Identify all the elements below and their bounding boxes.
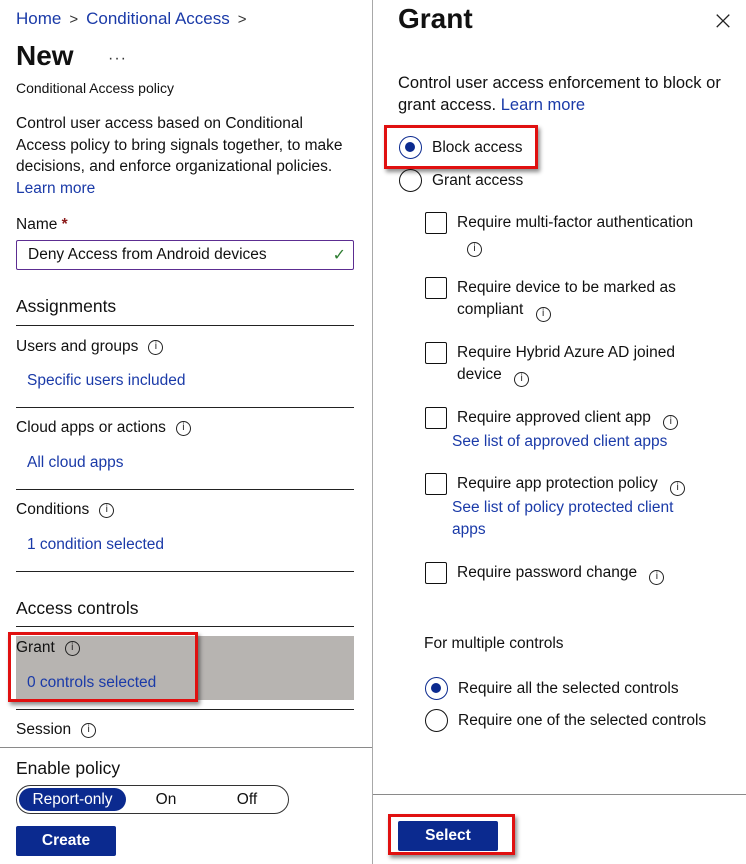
annotation-highlight xyxy=(388,814,515,855)
assignments-heading: Assignments xyxy=(16,296,117,316)
multiple-controls-label: For multiple controls xyxy=(424,635,564,652)
approved-client-apps-link[interactable]: See list of approved client apps xyxy=(452,431,722,453)
learn-more-link[interactable]: Learn more xyxy=(501,96,585,114)
checkmark-icon: ✓ xyxy=(332,247,346,264)
control-text: Require approved client app xyxy=(457,409,651,426)
cloud-apps-label: Cloud apps or actions i xyxy=(16,419,191,437)
required-indicator: * xyxy=(61,216,68,233)
control-label: Require password change i xyxy=(457,562,727,585)
info-icon[interactable]: i xyxy=(663,415,679,430)
radio-label: Grant access xyxy=(432,171,524,189)
checkbox[interactable] xyxy=(425,212,447,234)
conditions-label: Conditions i xyxy=(16,501,115,519)
close-icon[interactable]: × xyxy=(710,8,736,34)
radio-require-one[interactable]: Require one of the selected controls xyxy=(425,709,706,732)
users-and-groups-label: Users and groups i xyxy=(16,338,164,356)
name-input-value: Deny Access from Android devices xyxy=(28,246,267,263)
access-controls-heading: Access controls xyxy=(16,598,139,618)
radio-button[interactable] xyxy=(425,709,448,732)
name-input[interactable]: Deny Access from Android devices ✓ xyxy=(16,240,354,270)
conditions-link[interactable]: 1 condition selected xyxy=(27,536,164,554)
control-label: Require app protection policy i xyxy=(457,473,727,496)
info-icon[interactable]: i xyxy=(81,722,97,738)
session-label: Session i xyxy=(16,721,97,739)
radio-grant-access[interactable]: Grant access xyxy=(399,169,523,192)
radio-button[interactable] xyxy=(399,169,422,192)
control-text: Require password change xyxy=(457,564,638,581)
annotation-highlight xyxy=(8,632,198,702)
toggle-report-only[interactable]: Report-only xyxy=(19,788,126,811)
footer-divider xyxy=(0,747,373,748)
control-label: Require device to be marked as compliant… xyxy=(457,277,697,322)
grant-panel: Grant × Control user access enforcement … xyxy=(373,0,746,864)
control-text: Require device to be marked as compliant xyxy=(457,279,676,318)
checkbox[interactable] xyxy=(425,562,447,584)
enable-policy-toggle: Report-only On Off xyxy=(16,785,289,814)
divider xyxy=(16,709,354,710)
control-approved-client-app[interactable]: Require approved client app i See list o… xyxy=(425,407,735,457)
create-button[interactable]: Create xyxy=(16,826,116,856)
info-icon[interactable]: i xyxy=(535,307,551,322)
checkbox[interactable] xyxy=(425,473,447,495)
annotation-highlight xyxy=(384,125,538,169)
cloud-apps-text: Cloud apps or actions xyxy=(16,419,166,436)
radio-button[interactable] xyxy=(425,677,448,700)
chevron-right-icon: > xyxy=(69,10,79,28)
learn-more-link[interactable]: Learn more xyxy=(16,180,95,197)
checkbox[interactable] xyxy=(425,342,447,364)
description-text: Control user access based on Conditional… xyxy=(16,115,343,176)
divider xyxy=(16,407,354,408)
info-icon[interactable]: i xyxy=(649,570,665,585)
breadcrumb-home[interactable]: Home xyxy=(16,9,61,29)
page-subtitle: Conditional Access policy xyxy=(16,80,174,96)
breadcrumb: Home > Conditional Access > xyxy=(16,9,247,29)
checkbox[interactable] xyxy=(425,407,447,429)
control-app-protection[interactable]: Require app protection policy i See list… xyxy=(425,473,735,543)
name-label-text: Name xyxy=(16,216,58,233)
control-label: Require Hybrid Azure AD joined device i xyxy=(457,342,697,387)
control-text: Require app protection policy xyxy=(457,475,658,492)
breadcrumb-conditional-access[interactable]: Conditional Access xyxy=(86,9,230,29)
more-options-icon[interactable]: ··· xyxy=(108,50,127,68)
control-text: Require Hybrid Azure AD joined device xyxy=(457,344,675,383)
toggle-on[interactable]: On xyxy=(132,788,200,811)
toggle-off[interactable]: Off xyxy=(212,788,282,811)
info-icon[interactable]: i xyxy=(99,502,115,518)
footer-divider xyxy=(373,794,746,795)
control-label: Require approved client app i xyxy=(457,407,727,430)
grant-description: Control user access enforcement to block… xyxy=(398,72,743,116)
divider xyxy=(16,325,354,326)
info-icon[interactable]: i xyxy=(514,372,530,387)
radio-label: Require all the selected controls xyxy=(458,679,679,697)
page-title: New xyxy=(16,40,74,71)
divider xyxy=(16,626,354,627)
divider xyxy=(16,571,354,572)
divider xyxy=(16,489,354,490)
session-text: Session xyxy=(16,721,72,738)
info-icon[interactable]: i xyxy=(670,481,686,496)
checkbox[interactable] xyxy=(425,277,447,299)
control-label: Require multi-factor authentication i xyxy=(457,212,727,257)
info-icon[interactable]: i xyxy=(467,242,482,257)
name-label: Name * xyxy=(16,216,68,234)
conditions-text: Conditions xyxy=(16,501,90,518)
control-text: Require multi-factor authentication xyxy=(457,214,694,231)
policy-panel: Home > Conditional Access > New ··· Cond… xyxy=(0,0,373,864)
radio-label: Require one of the selected controls xyxy=(458,711,707,729)
cloud-apps-link[interactable]: All cloud apps xyxy=(27,454,124,472)
info-icon[interactable]: i xyxy=(175,420,191,436)
users-and-groups-text: Users and groups xyxy=(16,338,139,355)
protected-client-apps-link[interactable]: See list of policy protected client apps xyxy=(452,497,692,541)
enable-policy-label: Enable policy xyxy=(16,758,121,778)
info-icon[interactable]: i xyxy=(148,339,164,355)
policy-description: Control user access based on Conditional… xyxy=(16,113,346,200)
chevron-right-icon: > xyxy=(237,10,247,28)
panel-title: Grant xyxy=(398,3,473,34)
users-and-groups-link[interactable]: Specific users included xyxy=(27,372,186,390)
radio-require-all[interactable]: Require all the selected controls xyxy=(425,677,679,700)
